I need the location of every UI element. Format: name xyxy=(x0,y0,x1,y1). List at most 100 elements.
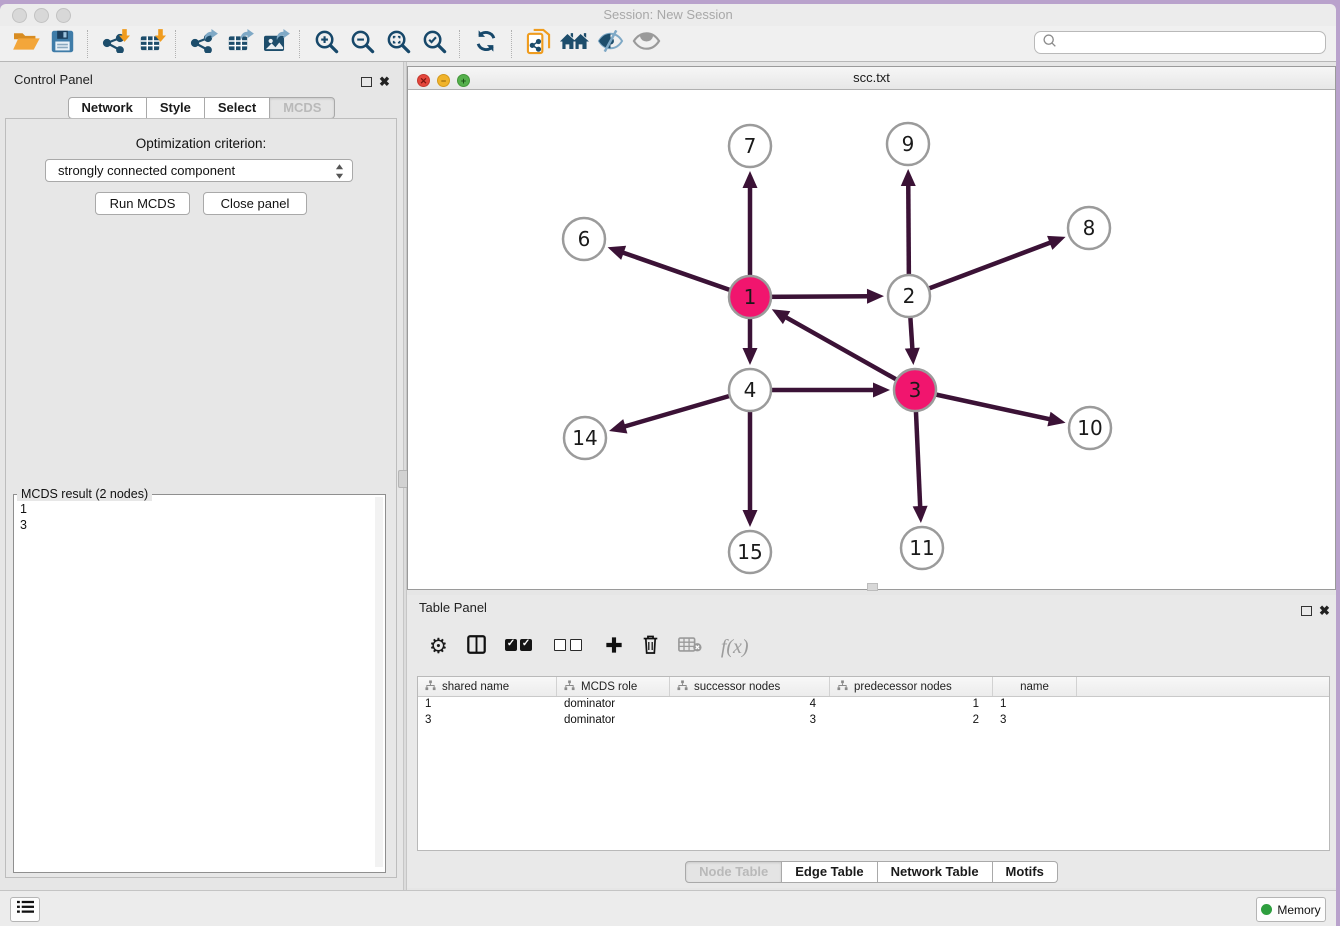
edge-arrow-2-9 xyxy=(901,169,916,186)
export-image-button[interactable] xyxy=(256,28,292,60)
network-canvas[interactable]: 7968124314101511 xyxy=(408,89,1335,589)
zoom-out-button[interactable] xyxy=(344,28,380,60)
close-panel-button[interactable]: Close panel xyxy=(203,192,307,215)
delete-column-button[interactable] xyxy=(642,634,659,660)
zoom-window-button[interactable] xyxy=(56,8,71,23)
delete-table-icon xyxy=(678,636,702,658)
tab-style[interactable]: Style xyxy=(147,97,205,119)
import-table-button[interactable] xyxy=(132,28,168,60)
table-cell: 1 xyxy=(993,697,1077,713)
open-folder-icon xyxy=(12,29,40,58)
export-network-button[interactable] xyxy=(184,28,220,60)
zoom-in-button[interactable] xyxy=(308,28,344,60)
tab-network-table[interactable]: Network Table xyxy=(878,861,993,883)
close-panel-icon[interactable]: ✖ xyxy=(379,73,390,91)
minimize-window-button[interactable] xyxy=(34,8,49,23)
column-header-MCDS-role[interactable]: MCDS role xyxy=(557,677,670,696)
float-panel-icon[interactable] xyxy=(361,74,372,92)
column-header-shared-name[interactable]: shared name xyxy=(418,677,557,696)
down-arrow-icon xyxy=(119,29,130,47)
select-stepper-icon xyxy=(335,163,344,183)
edge-arrow-4-3 xyxy=(873,383,890,398)
run-mcds-button[interactable]: Run MCDS xyxy=(95,192,190,215)
tab-motifs[interactable]: Motifs xyxy=(993,861,1058,883)
node-label-8: 8 xyxy=(1083,216,1096,240)
search-input[interactable] xyxy=(1062,35,1325,51)
app-title: Session: New Session xyxy=(0,4,1336,26)
table-cell: 3 xyxy=(993,713,1077,729)
edge-arrow-1-6 xyxy=(608,246,627,260)
duplicate-network-icon xyxy=(526,28,551,60)
tab-edge-table[interactable]: Edge Table xyxy=(782,861,877,883)
tab-select[interactable]: Select xyxy=(205,97,270,119)
refresh-icon xyxy=(474,29,498,58)
zoom-out-icon xyxy=(350,29,375,59)
tree-icon xyxy=(564,680,575,694)
zoom-selected-button[interactable] xyxy=(416,28,452,60)
table-row[interactable]: 3dominator323 xyxy=(418,713,1329,729)
hide-panel-button[interactable] xyxy=(592,28,628,60)
table-cell: dominator xyxy=(557,697,670,713)
tab-network[interactable]: Network xyxy=(68,97,147,119)
node-label-14: 14 xyxy=(572,426,597,450)
home-icon xyxy=(559,31,589,57)
node-label-15: 15 xyxy=(737,540,762,564)
toolbar-separator xyxy=(511,30,513,58)
task-history-button[interactable] xyxy=(10,897,40,922)
duplicate-network-button[interactable] xyxy=(520,28,556,60)
save-session-button[interactable] xyxy=(44,28,80,60)
edge-arrow-3-10 xyxy=(1047,412,1065,427)
select-all-columns-button[interactable] xyxy=(505,638,535,656)
create-column-button[interactable] xyxy=(605,636,623,659)
home-button[interactable] xyxy=(556,28,592,60)
node-label-4: 4 xyxy=(744,378,757,402)
canvas-splitter-handle[interactable] xyxy=(867,583,878,591)
edge-arrow-1-4 xyxy=(743,348,758,365)
result-scrollbar[interactable] xyxy=(375,497,383,867)
tab-mcds[interactable]: MCDS xyxy=(270,97,335,119)
node-label-2: 2 xyxy=(903,284,916,308)
function-builder-button[interactable]: f(x) xyxy=(721,636,749,659)
export-arrow-icon xyxy=(275,29,290,47)
floppy-disk-icon xyxy=(50,29,75,59)
float-panel-icon[interactable] xyxy=(1301,603,1312,621)
optimization-criterion-select[interactable]: strongly connected component xyxy=(45,159,353,182)
table-cell: 4 xyxy=(670,697,830,713)
maximize-view-button[interactable]: + xyxy=(457,74,470,87)
export-table-button[interactable] xyxy=(220,28,256,60)
table-panel: Table Panel ✖ ⚙ f(x) shared nameMCDS rol… xyxy=(407,595,1336,888)
zoom-fit-button[interactable] xyxy=(380,28,416,60)
minimize-view-button[interactable]: − xyxy=(437,74,450,87)
memory-button[interactable]: Memory xyxy=(1256,897,1326,922)
toolbar-separator xyxy=(175,30,177,58)
unchecked-boxes-icon xyxy=(554,638,586,656)
node-label-1: 1 xyxy=(744,285,757,309)
apply-layout-button[interactable] xyxy=(468,28,504,60)
tree-icon xyxy=(677,680,688,694)
table-row[interactable]: 1dominator411 xyxy=(418,697,1329,713)
table-cell: 3 xyxy=(670,713,830,729)
mcds-result-text[interactable]: 1 3 xyxy=(20,501,27,533)
table-header-row: shared nameMCDS rolesuccessor nodesprede… xyxy=(418,677,1329,697)
search-field[interactable] xyxy=(1034,31,1326,54)
tab-node-table[interactable]: Node Table xyxy=(685,861,782,883)
edge-2-8[interactable] xyxy=(909,242,1053,296)
node-label-6: 6 xyxy=(578,227,591,251)
delete-table-button[interactable] xyxy=(678,636,702,658)
table-settings-button[interactable]: ⚙ xyxy=(429,637,448,657)
import-network-button[interactable] xyxy=(96,28,132,60)
open-session-button[interactable] xyxy=(8,28,44,60)
unselect-all-columns-button[interactable] xyxy=(554,638,586,656)
column-header-successor-nodes[interactable]: successor nodes xyxy=(670,677,830,696)
gear-icon: ⚙ xyxy=(429,637,448,657)
column-chooser-button[interactable] xyxy=(467,635,486,659)
column-header-predecessor-nodes[interactable]: predecessor nodes xyxy=(830,677,993,696)
down-arrow-icon xyxy=(155,29,166,47)
show-eye-button[interactable] xyxy=(628,28,664,60)
edge-3-1[interactable] xyxy=(784,316,915,390)
close-view-button[interactable]: ✕ xyxy=(417,74,430,87)
close-window-button[interactable] xyxy=(12,8,27,23)
close-panel-icon[interactable]: ✖ xyxy=(1319,602,1330,620)
column-header-name[interactable]: name xyxy=(993,677,1077,696)
trash-icon xyxy=(642,634,659,660)
